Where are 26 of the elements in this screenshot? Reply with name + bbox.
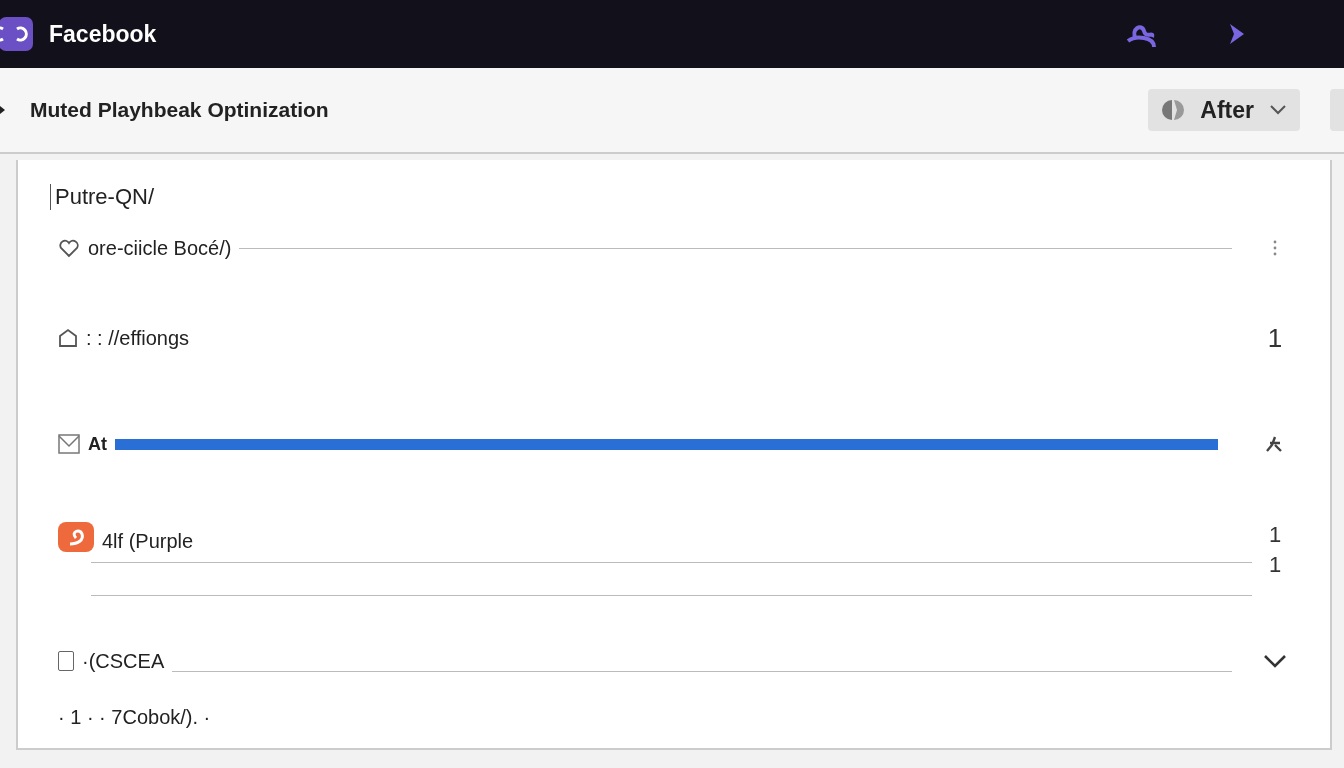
heart-icon [58, 238, 80, 258]
row-label: At [88, 433, 107, 455]
home-icon [58, 328, 78, 348]
chevron-down-icon [1270, 105, 1286, 115]
forward-icon[interactable] [1228, 24, 1244, 44]
chevron-down-icon[interactable] [1263, 654, 1287, 668]
logo-icon [0, 17, 33, 51]
page-title: Muted Playhbeak Optinization [30, 98, 329, 122]
panel-heading: Putre-QN/ [50, 184, 155, 210]
row-value: 1 [1267, 322, 1283, 354]
checkbox[interactable] [58, 651, 74, 671]
row-label: ore-ciicle Bocé/) [88, 236, 232, 260]
half-circle-icon [1162, 99, 1185, 121]
row-value: 1 [1268, 552, 1282, 579]
after-dropdown[interactable]: After [1148, 89, 1300, 131]
app-icon [58, 522, 94, 552]
row-label: 4lf (Purple [102, 530, 194, 553]
more-icon[interactable] [1272, 239, 1278, 257]
row-value: 1 [1268, 522, 1282, 549]
mail-icon [58, 434, 80, 454]
pin-icon[interactable] [1266, 436, 1284, 452]
row-label: : : //effiongs [86, 326, 190, 350]
back-icon[interactable] [0, 105, 6, 115]
brand-name: Facebook [49, 20, 157, 48]
row-label: ·(CSCEA [82, 649, 165, 673]
row-label: · 1 · · 7Cobok/). · [58, 706, 211, 729]
